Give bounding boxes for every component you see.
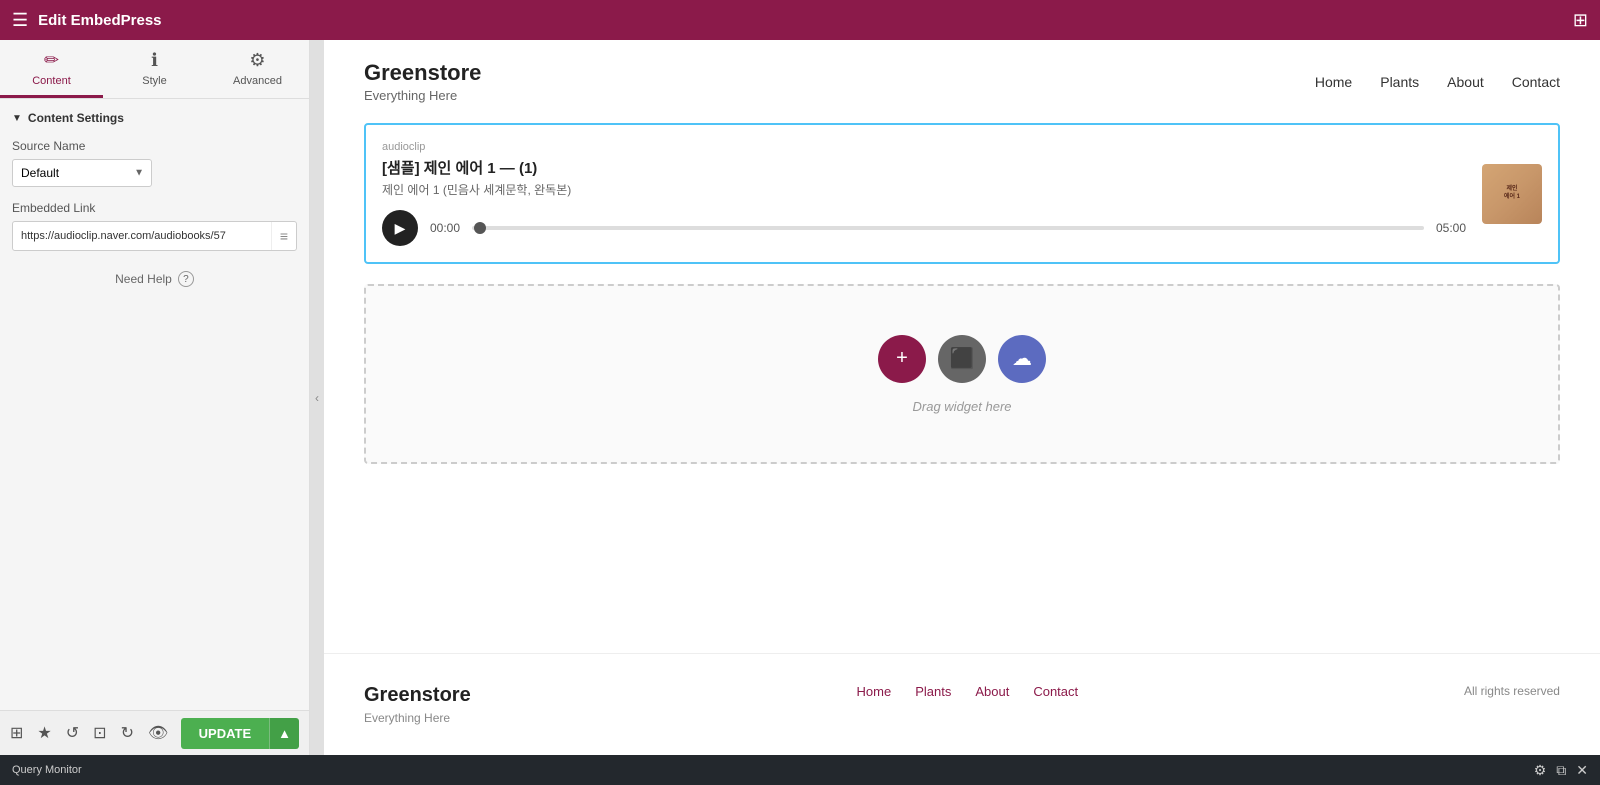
footer-nav-about[interactable]: About: [975, 684, 1009, 699]
bottom-toolbar: ⊞ ★ ↺ ⊡ ↻ 👁 UPDATE ▲: [0, 710, 309, 755]
grid-icon[interactable]: ⊞: [1573, 10, 1588, 31]
embedded-link-label: Embedded Link: [12, 201, 297, 215]
collapse-handle[interactable]: ‹: [310, 40, 324, 755]
play-button[interactable]: ▶: [382, 210, 418, 246]
time-start: 00:00: [430, 221, 460, 235]
section-title: Content Settings: [28, 111, 124, 125]
help-circle-icon: ?: [178, 271, 194, 287]
top-bar: ☰ Edit EmbedPress ⊞: [0, 0, 1600, 40]
site-nav: Home Plants About Contact: [1315, 74, 1560, 90]
drop-zone-icons: + ⬛ ☁: [878, 335, 1046, 383]
nav-about[interactable]: About: [1447, 74, 1484, 90]
need-help[interactable]: Need Help ?: [12, 271, 297, 287]
audioclip-source: audioclip: [382, 141, 1466, 153]
bottom-icons: ⊞ ★ ↺ ⊡ ↻ 👁: [10, 723, 168, 743]
chevron-down-icon: ▼: [12, 113, 22, 124]
qm-icons: ⚙ ⧉ ✕: [1534, 762, 1588, 779]
qm-settings-icon[interactable]: ⚙: [1534, 762, 1547, 779]
top-bar-title: Edit EmbedPress: [38, 12, 161, 29]
site-footer: Greenstore Everything Here Home Plants A…: [324, 653, 1600, 755]
tab-style-label: Style: [142, 75, 166, 87]
tab-style[interactable]: ℹ Style: [103, 40, 206, 98]
progress-bar[interactable]: [472, 226, 1424, 230]
footer-tagline: Everything Here: [364, 711, 471, 725]
audioclip-thumbnail: 제인에어 1: [1482, 164, 1542, 224]
footer-logo: Greenstore: [364, 684, 471, 707]
footer-nav: Home Plants About Contact: [857, 684, 1079, 699]
main-layout: ✏ Content ℹ Style ⚙ Advanced ▼ Content S…: [0, 40, 1600, 755]
content-area: Greenstore Everything Here Home Plants A…: [324, 40, 1600, 755]
embedded-link-group: Embedded Link ≡: [12, 201, 297, 251]
source-name-group: Source Name Default ▼: [12, 139, 297, 187]
audioclip-thumb-image: 제인에어 1: [1482, 164, 1542, 224]
footer-logo-group: Greenstore Everything Here: [364, 684, 471, 725]
time-end: 05:00: [1436, 221, 1466, 235]
embed-container: audioclip [샘플] 제인 에어 1 — (1) 제인 에어 1 (민음…: [364, 123, 1560, 264]
drop-label: Drag widget here: [913, 399, 1012, 414]
audio-player: ▶ 00:00 05:00: [382, 210, 1466, 246]
star-icon[interactable]: ★: [37, 723, 51, 743]
refresh-icon[interactable]: ↻: [121, 723, 134, 743]
site-tagline: Everything Here: [364, 88, 481, 103]
site-logo: Greenstore: [364, 60, 481, 86]
list-icon[interactable]: ≡: [271, 222, 296, 250]
nav-contact[interactable]: Contact: [1512, 74, 1560, 90]
progress-thumb: [474, 222, 486, 234]
layers-icon[interactable]: ⊞: [10, 723, 23, 743]
site-logo-group: Greenstore Everything Here: [364, 60, 481, 103]
footer-nav-home[interactable]: Home: [857, 684, 892, 699]
update-btn-group: UPDATE ▲: [181, 718, 299, 749]
footer-nav-plants[interactable]: Plants: [915, 684, 951, 699]
sidebar-content: ▼ Content Settings Source Name Default ▼…: [0, 99, 309, 710]
tab-advanced-label: Advanced: [233, 75, 282, 87]
embedded-link-input[interactable]: [13, 224, 271, 248]
style-tab-icon: ℹ: [151, 50, 158, 71]
eye-icon[interactable]: 👁: [148, 723, 168, 743]
nav-plants[interactable]: Plants: [1380, 74, 1419, 90]
audioclip-card: audioclip [샘플] 제인 에어 1 — (1) 제인 에어 1 (민음…: [382, 141, 1542, 246]
advanced-tab-icon: ⚙: [249, 50, 265, 71]
footer-nav-contact[interactable]: Contact: [1033, 684, 1078, 699]
sidebar-tabs: ✏ Content ℹ Style ⚙ Advanced: [0, 40, 309, 99]
need-help-label: Need Help: [115, 272, 172, 286]
widget-icon[interactable]: ⬛: [938, 335, 986, 383]
qm-window-icon[interactable]: ⧉: [1556, 762, 1566, 779]
site-header: Greenstore Everything Here Home Plants A…: [324, 40, 1600, 123]
query-monitor-label: Query Monitor: [12, 764, 82, 776]
audioclip-title: [샘플] 제인 에어 1 — (1): [382, 157, 1466, 178]
qm-close-icon[interactable]: ✕: [1576, 762, 1588, 779]
source-name-select-wrapper: Default ▼: [12, 159, 152, 187]
sidebar: ✏ Content ℹ Style ⚙ Advanced ▼ Content S…: [0, 40, 310, 755]
audioclip-subtitle: 제인 에어 1 (민음사 세계문학, 완독본): [382, 181, 1466, 198]
tab-content[interactable]: ✏ Content: [0, 40, 103, 98]
audioclip-info: audioclip [샘플] 제인 에어 1 — (1) 제인 에어 1 (민음…: [382, 141, 1466, 246]
grid-small-icon[interactable]: ⊡: [93, 723, 106, 743]
source-name-select[interactable]: Default: [12, 159, 152, 187]
content-settings-header[interactable]: ▼ Content Settings: [12, 111, 297, 125]
embed-icon[interactable]: ☁: [998, 335, 1046, 383]
tab-advanced[interactable]: ⚙ Advanced: [206, 40, 309, 98]
query-monitor-bar: Query Monitor ⚙ ⧉ ✕: [0, 755, 1600, 785]
content-tab-icon: ✏: [44, 50, 59, 71]
hamburger-icon[interactable]: ☰: [12, 10, 28, 31]
source-name-label: Source Name: [12, 139, 297, 153]
footer-rights: All rights reserved: [1464, 684, 1560, 698]
drop-zone[interactable]: + ⬛ ☁ Drag widget here: [364, 284, 1560, 464]
embedded-link-input-wrapper: ≡: [12, 221, 297, 251]
nav-home[interactable]: Home: [1315, 74, 1352, 90]
update-dropdown-button[interactable]: ▲: [269, 718, 299, 749]
add-widget-icon[interactable]: +: [878, 335, 926, 383]
undo-icon[interactable]: ↺: [66, 723, 79, 743]
tab-content-label: Content: [32, 75, 71, 87]
update-button[interactable]: UPDATE: [181, 718, 269, 749]
